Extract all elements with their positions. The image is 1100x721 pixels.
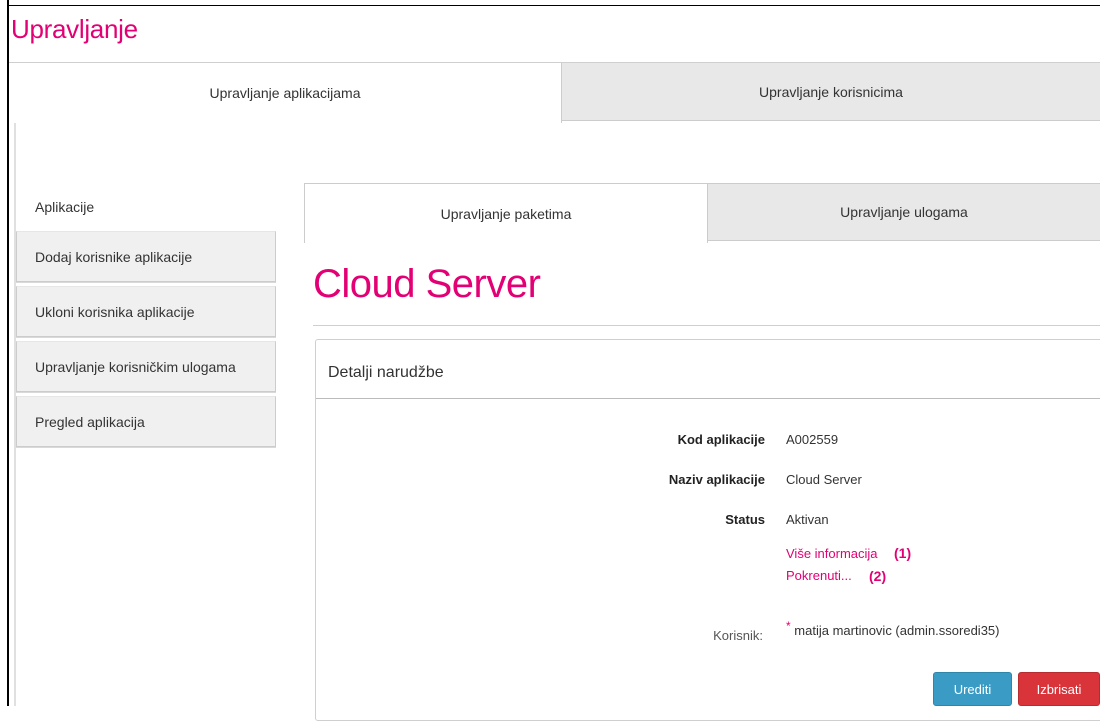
annotation-1: (1) bbox=[894, 545, 912, 561]
delete-button[interactable]: Izbrisati bbox=[1018, 672, 1100, 706]
tab-manage-applications[interactable]: Upravljanje aplikacijama bbox=[9, 63, 562, 123]
field-value-app-code: A002559 bbox=[786, 432, 839, 447]
field-label-app-code: Kod aplikacije bbox=[677, 432, 765, 447]
sidebar-item-overview[interactable]: Pregled aplikacija bbox=[16, 396, 276, 447]
field-value-app-name: Cloud Server bbox=[786, 472, 862, 487]
user-label: Korisnik: bbox=[713, 628, 763, 643]
application-title: Cloud Server bbox=[313, 262, 541, 306]
order-details-panel bbox=[315, 339, 1100, 721]
required-marker: * bbox=[786, 619, 791, 633]
launch-link[interactable]: Pokrenuti... bbox=[786, 568, 852, 583]
user-name: matija martinovic (admin.ssoredi35) bbox=[794, 623, 1000, 638]
panel-title: Detalji narudžbe bbox=[328, 364, 444, 381]
application-title-divider bbox=[313, 325, 1100, 326]
tab-manage-packages[interactable]: Upravljanje paketima bbox=[304, 183, 708, 243]
page-title: Upravljanje bbox=[11, 14, 138, 44]
more-info-link[interactable]: Više informacija bbox=[786, 546, 878, 561]
sidebar-item-add-users[interactable]: Dodaj korisnike aplikacije bbox=[16, 231, 276, 282]
panel-divider bbox=[316, 398, 1100, 399]
field-value-status: Aktivan bbox=[786, 512, 829, 527]
tab-manage-roles[interactable]: Upravljanje ulogama bbox=[708, 183, 1100, 241]
field-label-status: Status bbox=[725, 512, 765, 527]
sidebar-title: Aplikacije bbox=[35, 199, 95, 215]
window-frame-top bbox=[7, 5, 1100, 6]
sidebar-item-remove-user[interactable]: Ukloni korisnika aplikacije bbox=[16, 286, 276, 337]
tab-manage-users[interactable]: Upravljanje korisnicima bbox=[562, 63, 1100, 121]
field-label-app-name: Naziv aplikacije bbox=[668, 472, 765, 487]
annotation-2: (2) bbox=[869, 568, 887, 584]
edit-button[interactable]: Urediti bbox=[933, 672, 1012, 706]
user-value: * matija martinovic (admin.ssoredi35) bbox=[786, 619, 1000, 638]
sidebar-item-manage-roles[interactable]: Upravljanje korisničkim ulogama bbox=[16, 341, 276, 392]
